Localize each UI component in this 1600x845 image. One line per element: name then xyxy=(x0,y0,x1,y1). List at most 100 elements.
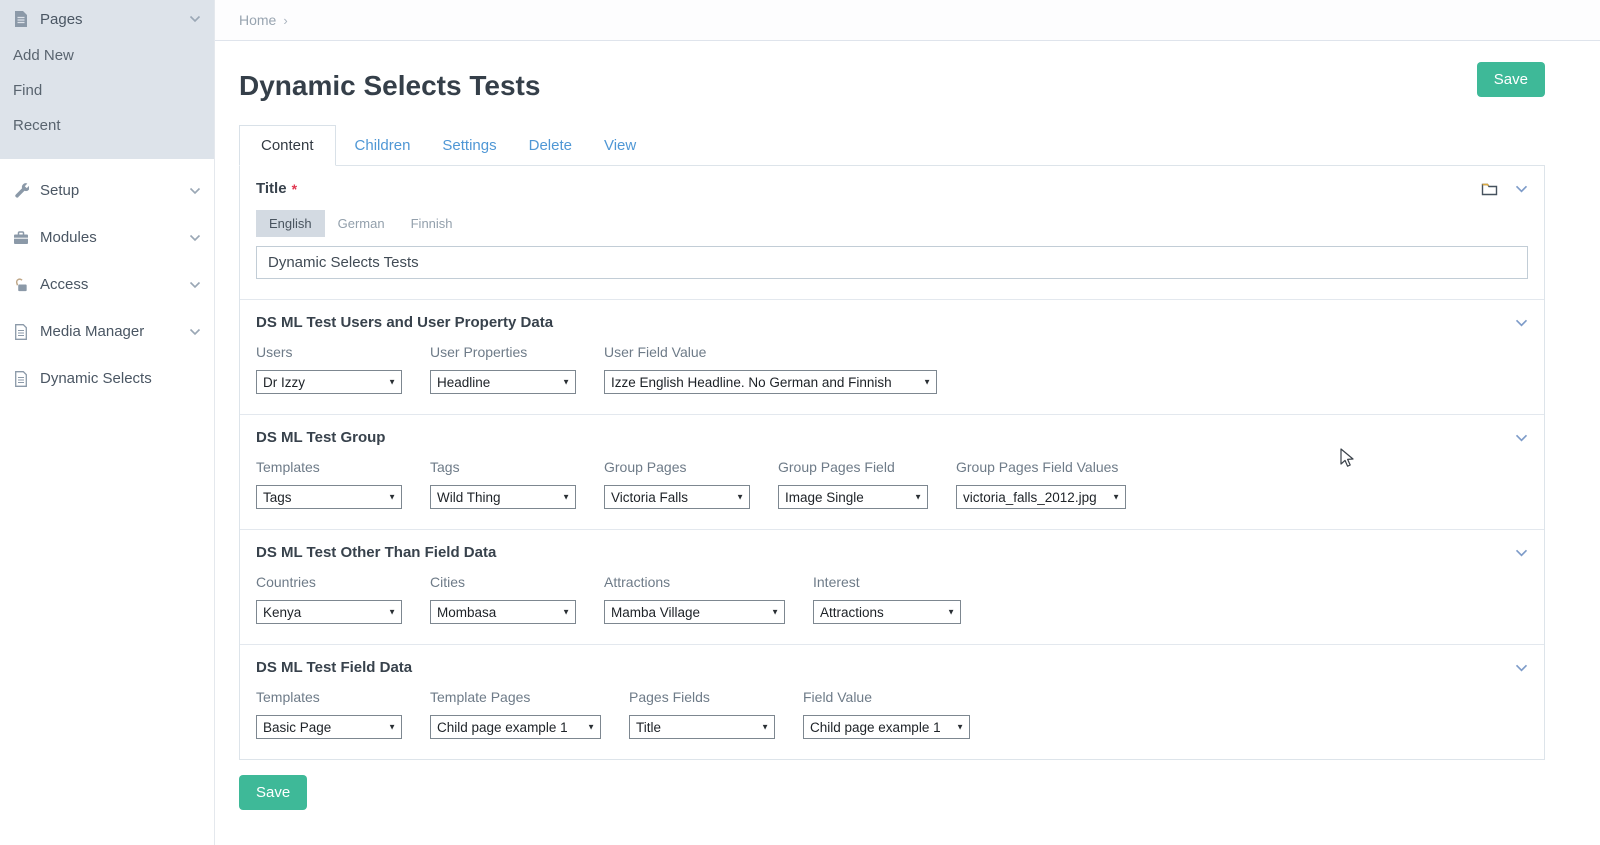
tab-view[interactable]: View xyxy=(604,126,636,165)
sidebar-pages-submenu: Add New Find Recent xyxy=(0,38,214,143)
field-label: Group Pages Field xyxy=(778,459,895,475)
sidebar-item-find[interactable]: Find xyxy=(0,73,214,108)
collapse-chevron-icon[interactable] xyxy=(1515,664,1528,672)
fields-row: Users Dr Izzy ▼ User Properties Headline… xyxy=(256,344,1528,394)
field-label: Templates xyxy=(256,459,320,475)
sidebar-item-label: Media Manager xyxy=(40,323,145,340)
page-title: Dynamic Selects Tests xyxy=(239,70,541,101)
field-label: Group Pages Field Values xyxy=(956,459,1119,475)
fieldset-header[interactable]: DS ML Test Field Data xyxy=(256,659,1528,676)
sidebar-item-label: Access xyxy=(40,276,89,293)
fieldset-header[interactable]: DS ML Test Other Than Field Data xyxy=(256,544,1528,561)
title-fieldset: Title * English German Finnish Dynamic S… xyxy=(240,166,1544,299)
attractions-select[interactable]: Mamba Village xyxy=(604,600,785,624)
field-templates: Templates Basic Page ▼ xyxy=(256,689,402,739)
fieldset-title: DS ML Test Group xyxy=(256,429,386,446)
countries-select[interactable]: Kenya xyxy=(256,600,402,624)
tab-settings[interactable]: Settings xyxy=(442,126,496,165)
templates-select[interactable]: Tags xyxy=(256,485,402,509)
field-countries: Countries Kenya ▼ xyxy=(256,574,402,624)
templates-select[interactable]: Basic Page xyxy=(256,715,402,739)
field-label: Template Pages xyxy=(430,689,531,705)
group-pages-field-values-select[interactable]: victoria_falls_2012.jpg xyxy=(956,485,1126,509)
pages-fields-select[interactable]: Title xyxy=(629,715,775,739)
tab-delete[interactable]: Delete xyxy=(529,126,572,165)
language-tabs: English German Finnish xyxy=(256,210,1528,237)
fieldset-title: DS ML Test Users and User Property Data xyxy=(256,314,554,331)
fieldset-header[interactable]: DS ML Test Users and User Property Data xyxy=(256,314,1528,331)
tags-select[interactable]: Wild Thing xyxy=(430,485,576,509)
app-window: Pages Add New Find Recent Setup Modules … xyxy=(0,0,1600,845)
sidebar-item-label: Modules xyxy=(40,229,97,246)
collapse-chevron-icon[interactable] xyxy=(1515,185,1528,193)
breadcrumb: Home › xyxy=(215,0,1600,41)
field-label: Countries xyxy=(256,574,316,590)
field-label: User Field Value xyxy=(604,344,707,360)
language-tab-english[interactable]: English xyxy=(256,210,325,237)
file-outline-icon xyxy=(13,323,29,340)
page-content: Dynamic Selects Tests Save Content Child… xyxy=(215,41,1600,810)
users-select[interactable]: Dr Izzy xyxy=(256,370,402,394)
save-button-bottom[interactable]: Save xyxy=(239,775,308,810)
unlock-icon xyxy=(13,277,29,293)
fieldset-other-than-field-data: DS ML Test Other Than Field Data Countri… xyxy=(240,529,1544,644)
field-label: Tags xyxy=(430,459,460,475)
sidebar-item-modules[interactable]: Modules xyxy=(0,214,214,261)
sidebar-item-dynamic-selects[interactable]: Dynamic Selects xyxy=(0,355,214,402)
breadcrumb-separator: › xyxy=(283,12,288,28)
field-label: Cities xyxy=(430,574,466,590)
user-properties-select[interactable]: Headline xyxy=(430,370,576,394)
title-fieldset-header[interactable]: Title * xyxy=(256,180,1528,197)
sidebar-item-access[interactable]: Access xyxy=(0,261,214,308)
interest-select[interactable]: Attractions xyxy=(813,600,961,624)
title-label: Title xyxy=(256,180,287,197)
collapse-chevron-icon[interactable] xyxy=(1515,434,1528,442)
sidebar-item-setup[interactable]: Setup xyxy=(0,167,214,214)
page-header: Dynamic Selects Tests Save xyxy=(239,62,1545,102)
field-user-field-value: User Field Value Izze English Headline. … xyxy=(604,344,937,394)
page-tree-folder-icon[interactable] xyxy=(1481,182,1498,196)
field-template-pages: Template Pages Child page example 1 ▼ xyxy=(430,689,601,739)
chevron-down-icon xyxy=(189,328,201,336)
field-cities: Cities Mombasa ▼ xyxy=(430,574,576,624)
field-label: Pages Fields xyxy=(629,689,710,705)
file-outline-icon xyxy=(13,370,29,387)
collapse-chevron-icon[interactable] xyxy=(1515,549,1528,557)
field-pages-fields: Pages Fields Title ▼ xyxy=(629,689,775,739)
language-tab-german[interactable]: German xyxy=(325,210,398,237)
tab-children[interactable]: Children xyxy=(355,126,411,165)
save-button-top[interactable]: Save xyxy=(1476,62,1545,97)
sidebar-item-media-manager[interactable]: Media Manager xyxy=(0,308,214,355)
main-area: Home › Dynamic Selects Tests Save Conten… xyxy=(215,0,1600,845)
field-value-select[interactable]: Child page example 1 xyxy=(803,715,970,739)
chevron-down-icon xyxy=(189,281,201,289)
content-panel: Title * English German Finnish Dynamic S… xyxy=(239,165,1545,760)
field-group-pages-field-values: Group Pages Field Values victoria_falls_… xyxy=(956,459,1126,509)
field-label: Field Value xyxy=(803,689,873,705)
sidebar-item-pages[interactable]: Pages xyxy=(0,0,214,38)
template-pages-select[interactable]: Child page example 1 xyxy=(430,715,601,739)
field-tags: Tags Wild Thing ▼ xyxy=(430,459,576,509)
breadcrumb-home-link[interactable]: Home xyxy=(239,12,276,28)
field-templates: Templates Tags ▼ xyxy=(256,459,402,509)
field-user-properties: User Properties Headline ▼ xyxy=(430,344,576,394)
chevron-down-icon xyxy=(189,15,201,23)
fieldset-header[interactable]: DS ML Test Group xyxy=(256,429,1528,446)
chevron-down-icon xyxy=(189,187,201,195)
cities-select[interactable]: Mombasa xyxy=(430,600,576,624)
group-pages-field-select[interactable]: Image Single xyxy=(778,485,928,509)
sidebar-item-label: Dynamic Selects xyxy=(40,370,152,387)
tab-content[interactable]: Content xyxy=(239,125,336,166)
sidebar-item-recent[interactable]: Recent xyxy=(0,108,214,143)
fields-row: Templates Tags ▼ Tags Wild Thing ▼ Group… xyxy=(256,459,1528,509)
chevron-down-icon xyxy=(189,234,201,242)
collapse-chevron-icon[interactable] xyxy=(1515,319,1528,327)
user-field-value-select[interactable]: Izze English Headline. No German and Fin… xyxy=(604,370,937,394)
tab-bar: Content Children Settings Delete View xyxy=(239,125,1545,166)
sidebar-item-add-new[interactable]: Add New xyxy=(0,38,214,73)
field-label: Interest xyxy=(813,574,860,590)
group-pages-select[interactable]: Victoria Falls xyxy=(604,485,750,509)
language-tab-finnish[interactable]: Finnish xyxy=(398,210,466,237)
title-input[interactable] xyxy=(256,246,1528,279)
file-icon xyxy=(13,11,29,27)
